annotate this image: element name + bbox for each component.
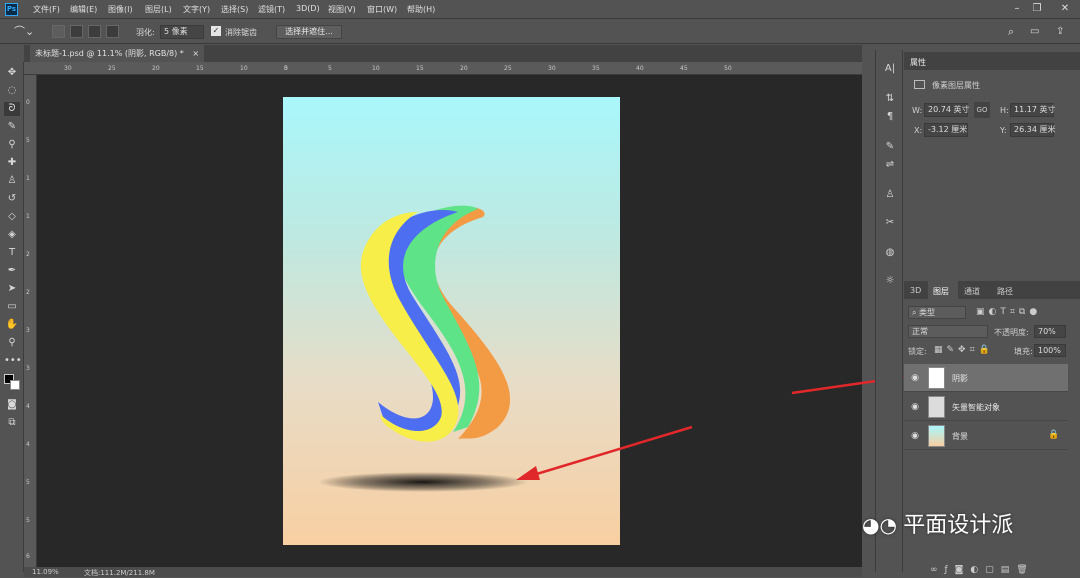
zoom-level[interactable]: 11.09% xyxy=(32,568,59,576)
wechat-icon: ◕◔ xyxy=(862,513,904,537)
search-icon: ⌕ xyxy=(912,308,920,317)
layer-thumbnail xyxy=(928,367,945,389)
height-label: H: xyxy=(1000,106,1009,115)
layer-name[interactable]: 矢量智能对象 xyxy=(952,402,1000,413)
tool-presets-icon[interactable]: ✂ xyxy=(882,216,898,230)
tab-channels[interactable]: 通道 xyxy=(964,286,980,297)
brush-settings-icon[interactable]: ⇌ xyxy=(882,158,898,172)
lock-label: 锁定: xyxy=(908,347,927,356)
tab-paths[interactable]: 路径 xyxy=(997,286,1013,297)
arrow-head-icon xyxy=(516,466,540,480)
brush-icon[interactable]: ✎ xyxy=(882,140,898,154)
width-label: W: xyxy=(912,106,923,115)
status-bar: 11.09% 文档:111.2M/211.8M xyxy=(24,567,862,577)
character-panel-icon[interactable]: A| xyxy=(882,62,898,76)
opacity-label: 不透明度: xyxy=(994,328,1029,337)
layer-row-shadow[interactable]: ◉ 阴影 xyxy=(904,364,1068,392)
watermark: ◕◔ 平面设计派 xyxy=(862,510,1062,540)
panel-icon-dock: A| ⇅ ¶ ✎ ⇌ ♙ ✂ ◍ ☼ xyxy=(875,50,903,572)
eye-icon[interactable]: ◉ xyxy=(909,430,921,442)
properties-subtitle: 像素图层属性 xyxy=(932,81,980,90)
opacity-input[interactable]: 70% xyxy=(1034,325,1066,338)
filter-kind-value: 类型 xyxy=(919,308,936,317)
lightbulb-icon[interactable]: ☼ xyxy=(882,274,898,288)
x-input[interactable]: -3.12 厘米 xyxy=(924,123,968,137)
red-arrow-to-shadow xyxy=(529,425,693,478)
eye-icon[interactable]: ◉ xyxy=(909,401,921,413)
paragraph-icon[interactable]: ¶ xyxy=(882,110,898,124)
blend-mode-dropdown[interactable]: 正常 xyxy=(908,325,988,338)
smart-object-thumbnail xyxy=(928,396,945,418)
layer-row-background[interactable]: ◉ 背景 🔒 xyxy=(904,422,1068,450)
layer-name[interactable]: 阴影 xyxy=(952,373,968,384)
lock-icon: 🔒 xyxy=(1048,430,1060,440)
tab-layers[interactable]: 图层 xyxy=(933,286,949,297)
x-label: X: xyxy=(914,126,923,135)
watermark-text: 平面设计派 xyxy=(903,513,1014,538)
tab-3d[interactable]: 3D xyxy=(910,286,921,295)
link-dimensions-icon[interactable]: GO xyxy=(974,102,990,118)
layer-filter-dropdown[interactable]: ⌕ 类型 xyxy=(908,306,966,319)
tab-properties[interactable]: 属性 xyxy=(910,57,926,68)
lock-icons[interactable]: ▦✎✥⌗🔒 xyxy=(934,344,1014,356)
y-label: Y: xyxy=(1000,126,1007,135)
properties-tab-bar xyxy=(904,52,1080,70)
y-input[interactable]: 26.34 厘米 xyxy=(1010,123,1055,137)
layer-actions-toolbar[interactable]: ∞ƒ◙◐▢▤🗑 xyxy=(930,564,1070,576)
width-input[interactable]: 20.74 英寸 xyxy=(924,103,969,117)
layer-name[interactable]: 背景 xyxy=(952,431,968,442)
clone-source-icon[interactable]: ♙ xyxy=(882,188,898,202)
layer-filter-icons[interactable]: ▣◐T⌗⧉● xyxy=(976,306,1074,319)
eye-icon[interactable]: ◉ xyxy=(909,372,921,384)
3d-icon[interactable]: ◍ xyxy=(882,246,898,260)
fill-input[interactable]: 100% xyxy=(1034,344,1066,357)
fill-label: 填充: xyxy=(1014,347,1033,356)
height-input[interactable]: 11.17 英寸 xyxy=(1010,103,1055,117)
adjustments-icon[interactable]: ⇅ xyxy=(882,92,898,106)
layer-row-smart-object[interactable]: ◉ 矢量智能对象 xyxy=(904,393,1068,421)
properties-panel: 属性 像素图层属性 W: 20.74 英寸 GO H: 11.17 英寸 X: … xyxy=(904,52,1080,280)
pixel-layer-icon xyxy=(914,80,925,89)
layer-thumbnail xyxy=(928,425,945,447)
